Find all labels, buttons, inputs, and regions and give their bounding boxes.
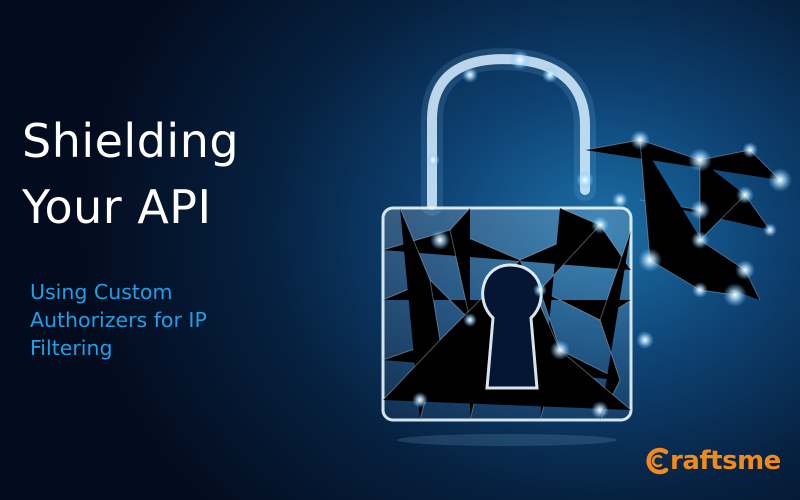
title-line-2: Your API: [22, 180, 212, 234]
subtitle-line-2: Authorizers for IP: [30, 308, 207, 332]
logo-text: raftsme: [670, 446, 781, 476]
craftsme-logo: raftsme: [644, 444, 781, 478]
page-title: Shielding Your API: [22, 108, 239, 240]
padlock-icon: [381, 48, 792, 446]
title-line-1: Shielding: [22, 114, 240, 168]
subtitle: Using Custom Authorizers for IP Filterin…: [30, 278, 310, 362]
logo-c-icon: [646, 447, 669, 475]
subtitle-line-1: Using Custom: [30, 280, 173, 304]
subtitle-line-3: Filtering: [30, 336, 113, 360]
